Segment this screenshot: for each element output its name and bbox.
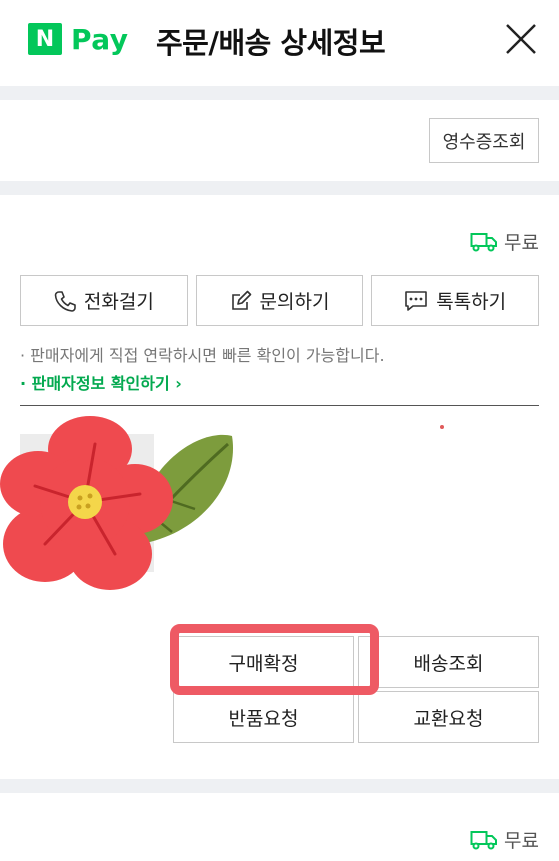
section-divider	[0, 86, 559, 100]
inquiry-button-label: 문의하기	[259, 291, 330, 313]
seller-contact-actions: 전화걸기 문의하기 톡톡하기	[20, 275, 540, 326]
seller-info-link[interactable]: · 판매자정보 확인하기 ›	[20, 370, 182, 394]
product-image	[0, 416, 234, 590]
header: N Pay 주문/배송 상세정보	[0, 0, 559, 86]
naver-pay-logo: N Pay	[28, 22, 129, 56]
call-button[interactable]: 전화걸기	[20, 275, 188, 326]
return-request-button[interactable]: 반품요청	[173, 691, 354, 743]
seller-info-link-text: 판매자정보 확인하기	[31, 374, 170, 393]
call-button-label: 전화걸기	[83, 291, 154, 313]
close-icon[interactable]	[502, 20, 540, 58]
shipping-fee: 무료	[470, 826, 539, 853]
decorative-dot	[440, 425, 444, 429]
logo-pay-text: Pay	[71, 22, 129, 56]
section-divider	[0, 181, 559, 195]
shipping-fee-label: 무료	[504, 232, 539, 254]
edit-icon	[231, 290, 251, 310]
logo-n-mark: N	[28, 23, 62, 55]
contact-notice: · 판매자에게 직접 연락하시면 빠른 확인이 가능합니다.	[20, 346, 385, 365]
truck-icon	[470, 232, 498, 251]
talktalk-button[interactable]: 톡톡하기	[371, 275, 540, 326]
shipping-fee-label: 무료	[504, 830, 539, 852]
inquiry-button[interactable]: 문의하기	[195, 275, 364, 326]
truck-icon	[470, 830, 498, 849]
section-divider	[0, 779, 559, 793]
content-divider	[20, 405, 539, 406]
contact-notice-text: 판매자에게 직접 연락하시면 빠른 확인이 가능합니다.	[30, 346, 385, 365]
talktalk-button-label: 톡톡하기	[436, 291, 507, 313]
phone-icon	[54, 290, 76, 312]
receipt-button[interactable]: 영수증조회	[429, 118, 539, 163]
page-title: 주문/배송 상세정보	[156, 26, 386, 60]
exchange-request-button[interactable]: 교환요청	[358, 691, 539, 743]
delivery-tracking-button[interactable]: 배송조회	[358, 636, 539, 688]
shipping-fee: 무료	[470, 228, 539, 255]
purchase-confirm-button[interactable]: 구매확정	[173, 636, 354, 688]
chat-icon	[405, 290, 428, 311]
